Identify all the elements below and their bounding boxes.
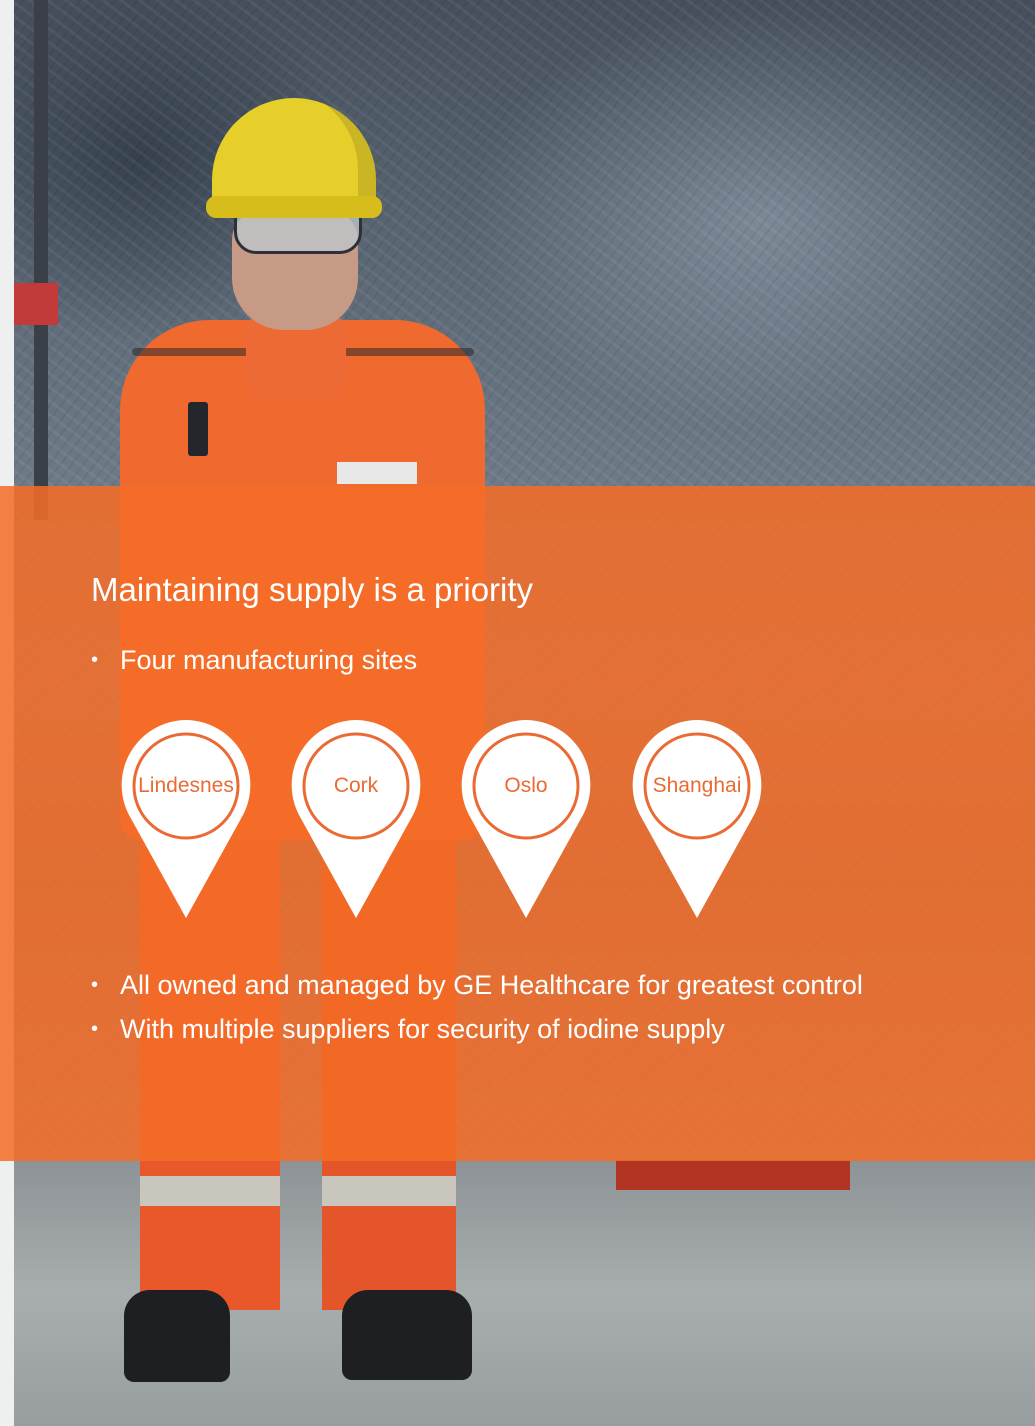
site-label: Shanghai [652, 774, 742, 797]
map-pin-icon [291, 720, 421, 918]
radio-device [188, 402, 208, 456]
site-label: Lindesnes [138, 774, 234, 797]
left-boot [124, 1290, 230, 1382]
location-pin-cork: Cork [289, 718, 423, 920]
hard-hat-brim [206, 196, 382, 218]
page-title: Maintaining supply is a priority [91, 571, 534, 608]
site-label: Cork [333, 774, 379, 797]
site-label: Oslo [504, 774, 548, 797]
bullet-item: With multiple suppliers for security of … [91, 1007, 863, 1051]
map-pin-icon [461, 720, 591, 918]
name-badge [337, 462, 417, 484]
map-pin-icon [121, 720, 251, 918]
right-boot [342, 1290, 472, 1380]
worker-collar [246, 318, 346, 398]
reflective-band-right [322, 1176, 456, 1206]
bullet-item: Four manufacturing sites [91, 638, 417, 682]
safety-cone-base [616, 1160, 850, 1190]
location-pin-oslo: Oslo [459, 718, 593, 920]
location-pin-shanghai: Shanghai [630, 718, 764, 920]
bullet-list-bottom: All owned and managed by GE Healthcare f… [91, 963, 863, 1051]
map-pin-icon [632, 720, 762, 918]
reflective-band-left [140, 1176, 280, 1206]
location-pin-lindesnes: Lindesnes [119, 718, 253, 920]
bullet-item: All owned and managed by GE Healthcare f… [91, 963, 863, 1007]
wall-pole [34, 0, 48, 520]
bullet-list-top: Four manufacturing sites [91, 638, 417, 682]
red-wall-box [14, 283, 58, 325]
